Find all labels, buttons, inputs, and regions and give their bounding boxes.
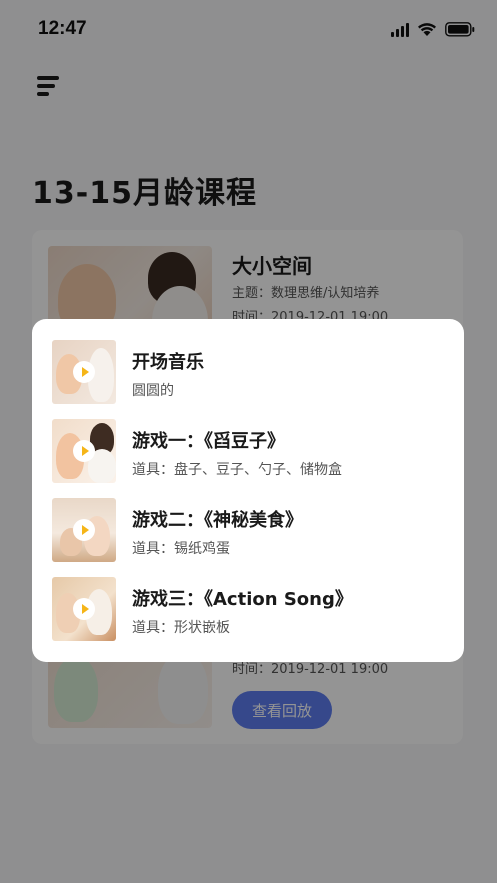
activity-item[interactable]: 开场音乐 圆圆的 bbox=[52, 340, 452, 406]
activity-title: 游戏三：《Action Song》 bbox=[132, 589, 353, 610]
play-icon[interactable] bbox=[73, 598, 95, 620]
activity-title: 游戏二：《神秘美食》 bbox=[132, 510, 303, 531]
activity-subtitle: 道具：形状嵌板 bbox=[132, 620, 230, 636]
activity-subtitle: 圆圆的 bbox=[132, 383, 174, 399]
activity-title: 游戏一：《舀豆子》 bbox=[132, 431, 285, 452]
activity-popup: 开场音乐 圆圆的 游戏一：《舀豆子》 道具：盘子、豆子、勺子、储物盒 游戏二：《… bbox=[32, 319, 464, 662]
activity-subtitle: 道具：锡纸鸡蛋 bbox=[132, 541, 230, 557]
activity-thumbnail bbox=[52, 340, 116, 404]
play-icon[interactable] bbox=[73, 440, 95, 462]
activity-thumbnail bbox=[52, 577, 116, 641]
activity-title: 开场音乐 bbox=[132, 352, 204, 373]
activity-item[interactable]: 游戏一：《舀豆子》 道具：盘子、豆子、勺子、储物盒 bbox=[52, 419, 452, 485]
activity-thumbnail bbox=[52, 419, 116, 483]
activity-subtitle: 道具：盘子、豆子、勺子、储物盒 bbox=[132, 462, 342, 478]
play-icon[interactable] bbox=[73, 519, 95, 541]
course-page: 12:47 13-15月龄课程 大小空间 主题：数理思维/认知培养 时间：201… bbox=[0, 0, 497, 883]
activity-item[interactable]: 游戏二：《神秘美食》 道具：锡纸鸡蛋 bbox=[52, 498, 452, 564]
activity-item[interactable]: 游戏三：《Action Song》 道具：形状嵌板 bbox=[52, 577, 452, 643]
activity-thumbnail bbox=[52, 498, 116, 562]
play-icon[interactable] bbox=[73, 361, 95, 383]
